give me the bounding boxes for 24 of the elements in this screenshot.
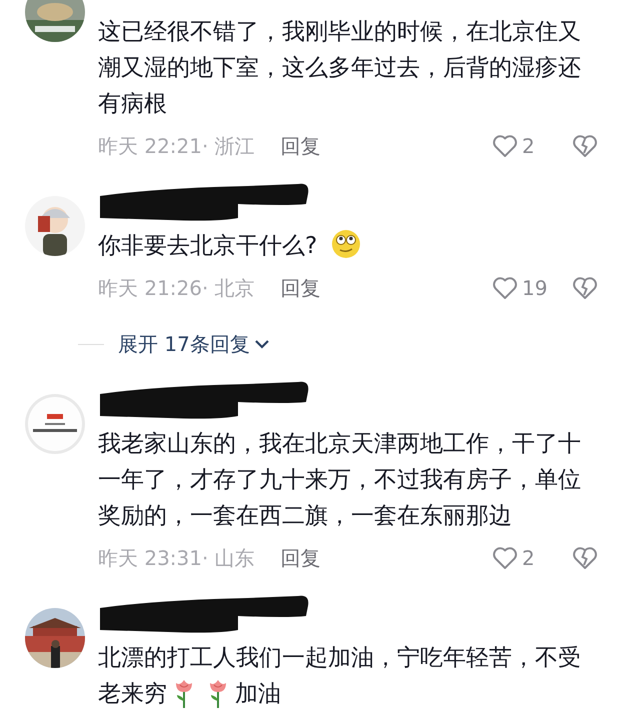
like-count: 2 [522,133,536,160]
chevron-down-icon [254,339,270,349]
emoji-icon [331,229,362,259]
comment-meta: 昨天 21:26· 北京 [98,275,255,302]
comment-text: 你非要去北京干什么? [98,232,318,261]
reply-button[interactable]: 回复 [280,131,321,161]
comment-text: 老来穷 [98,680,167,709]
like-icon[interactable] [492,134,518,158]
comment-text: 北漂的打工人我们一起加油，宁吃年轻苦，不受 [98,644,581,673]
like-count: 19 [522,275,548,302]
reply-button[interactable]: 回复 [280,543,321,573]
dislike-icon[interactable] [572,134,598,158]
like-count: 2 [522,545,536,572]
like-icon[interactable] [492,276,518,300]
dislike-icon[interactable] [572,546,598,570]
expand-replies-button[interactable]: 展开 17条回复 [118,329,270,359]
like-icon[interactable] [492,546,518,570]
comment-text: 这已经很不错了，我刚毕业的时候，在北京住又潮又湿的地下室，这么多年过去，后背的湿疹还有病根 [98,18,582,119]
comment-meta: 昨天 23:31· 山东 [98,545,255,572]
reply-button[interactable]: 回复 [280,273,321,303]
comment-text: 我老家山东的，我在北京天津两地工作，干了十一年了，才存了九十来万，不过我有房子，单位奖励的，一套在西二旗，一套在东丽那边 [98,430,582,531]
comment-meta: 昨天 22:21· 浙江 [98,133,255,160]
dislike-icon[interactable] [572,276,598,300]
comment-text: 加油 [235,680,281,709]
